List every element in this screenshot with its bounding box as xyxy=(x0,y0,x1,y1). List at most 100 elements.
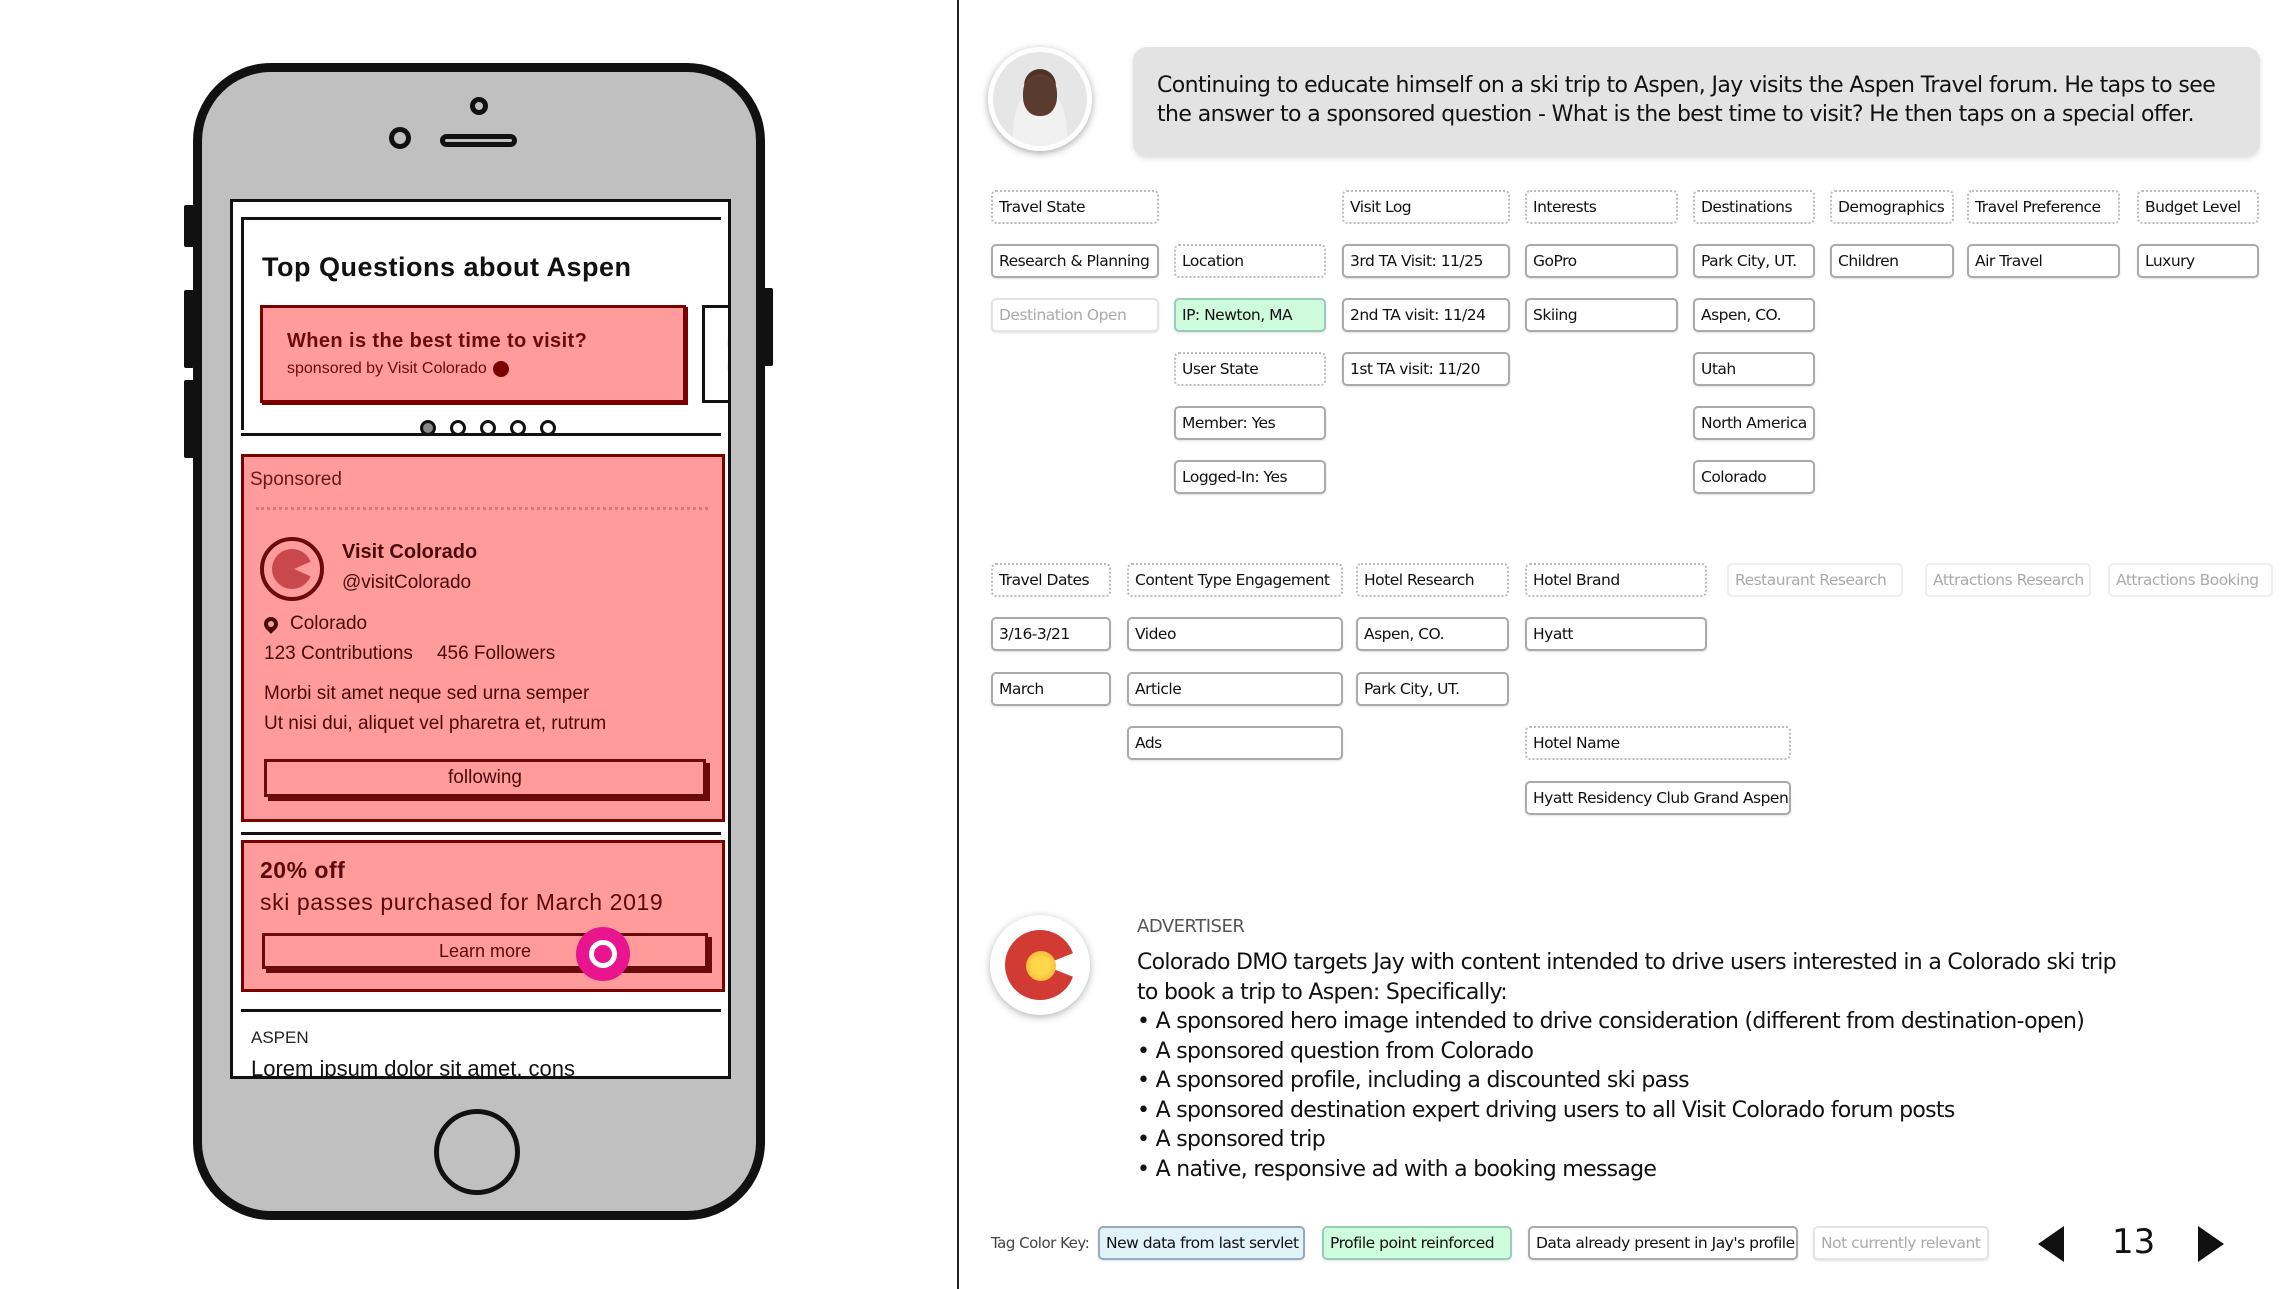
key-profile-reinforced: Profile point reinforced xyxy=(1322,1226,1512,1260)
screen-top-bar xyxy=(241,202,721,220)
article-category: ASPEN xyxy=(251,1028,309,1047)
advertiser-logo xyxy=(990,915,1090,1015)
special-offer-card: 20% off ski passes purchased for March 2… xyxy=(241,840,725,992)
scenario-narrative: Continuing to educate himself on a ski t… xyxy=(1133,47,2260,157)
following-button[interactable]: following xyxy=(264,759,706,797)
tag-value: Luxury xyxy=(2137,244,2259,278)
phone-speaker-icon xyxy=(440,134,517,147)
tag-value: Park City, UT. xyxy=(1693,244,1815,278)
tag-header-destinations: Destinations xyxy=(1693,190,1815,224)
persona-avatar xyxy=(988,47,1092,151)
offer-subtitle: ski passes purchased for March 2019 xyxy=(260,889,664,915)
article-title[interactable]: Lorem ipsum dolor sit amet, cons xyxy=(251,1056,575,1076)
tag-value: Article xyxy=(1127,672,1343,706)
top-questions-section: Top Questions about Aspen When is the be… xyxy=(241,220,728,436)
phone-home-button[interactable] xyxy=(434,1109,520,1195)
tag-header-user-state: User State xyxy=(1174,352,1326,386)
offer-title: 20% off xyxy=(260,857,346,883)
tag-header-travel-preference: Travel Preference xyxy=(1967,190,2120,224)
tag-value: Logged-In: Yes xyxy=(1174,460,1326,494)
question-text: When is the best time to visit? xyxy=(287,330,588,352)
tactic-item: A sponsored trip xyxy=(1137,1125,2137,1155)
sponsored-profile-card: Sponsored Visit Colorado @visitColorado … xyxy=(241,454,725,822)
next-page-button[interactable] xyxy=(2198,1226,2224,1262)
profile-handle: @visitColorado xyxy=(342,572,472,593)
profile-name[interactable]: Visit Colorado xyxy=(342,541,477,564)
tag-value: Ads xyxy=(1127,726,1343,760)
peek-letter: N xyxy=(727,358,728,374)
previous-page-button[interactable] xyxy=(2038,1226,2064,1262)
tactic-item: A sponsored destination expert driving u… xyxy=(1137,1096,2137,1126)
phone-screen: Top Questions about Aspen When is the be… xyxy=(230,199,731,1079)
tag-header-hotel-name: Hotel Name xyxy=(1525,726,1791,760)
description-line: Morbi sit amet neque sed urna semper xyxy=(264,683,590,704)
tag-header-content-type-engagement: Content Type Engagement xyxy=(1127,563,1343,597)
colorado-sun-icon xyxy=(1026,951,1056,981)
phone-sensor-icon xyxy=(389,127,411,149)
section-divider xyxy=(241,433,721,436)
tactic-item: A sponsored profile, including a discoun… xyxy=(1137,1066,2137,1096)
next-question-card-peek[interactable]: I N xyxy=(702,305,731,403)
sponsored-question-card[interactable]: When is the best time to visit? sponsore… xyxy=(260,305,686,403)
peek-letter: I xyxy=(727,334,731,350)
tag-value: Destination Open xyxy=(991,298,1159,332)
dotted-divider xyxy=(256,507,708,510)
profile-location: Colorado xyxy=(261,613,367,635)
tag-value: 1st TA visit: 11/20 xyxy=(1342,352,1510,386)
tag-header-attractions-booking: Attractions Booking xyxy=(2108,563,2273,597)
tag-value: Park City, UT. xyxy=(1356,672,1509,706)
tactic-item: A sponsored hero image intended to drive… xyxy=(1137,1007,2137,1037)
tag-header-visit-log: Visit Log xyxy=(1342,190,1510,224)
tag-value: Hyatt xyxy=(1525,617,1707,651)
contributions-count: 123 Contributions xyxy=(264,643,413,664)
tag-value: IP: Newton, MA xyxy=(1174,298,1326,332)
tag-value: Aspen, CO. xyxy=(1356,617,1509,651)
question-sponsor-label: sponsored by Visit Colorado xyxy=(287,360,487,377)
tag-header-travel-dates: Travel Dates xyxy=(991,563,1111,597)
tactic-item: A native, responsive ad with a booking m… xyxy=(1137,1155,2137,1185)
tag-header-hotel-research: Hotel Research xyxy=(1356,563,1509,597)
tag-value: North America xyxy=(1693,406,1815,440)
description-line: Ut nisi dui, aliquet vel pharetra et, ru… xyxy=(264,713,607,734)
vertical-divider xyxy=(957,0,959,1289)
tag-value: Hyatt Residency Club Grand Aspen xyxy=(1525,781,1791,815)
sponsored-label: Sponsored xyxy=(250,469,342,490)
key-not-relevant: Not currently relevant xyxy=(1813,1226,1989,1260)
tag-value: Skiing xyxy=(1525,298,1678,332)
visit-colorado-avatar[interactable] xyxy=(260,537,324,601)
tag-value: 3rd TA Visit: 11/25 xyxy=(1342,244,1510,278)
profile-stats: 123 Contributions 456 Followers xyxy=(264,643,555,665)
tag-header-restaurant-research: Restaurant Research xyxy=(1727,563,1903,597)
persona-photo-icon xyxy=(1023,74,1057,116)
phone-camera-icon xyxy=(470,97,488,115)
tactic-item: A sponsored question from Colorado xyxy=(1137,1037,2137,1067)
advertiser-label: ADVERTISER xyxy=(1137,916,1245,937)
colorado-logo-icon xyxy=(272,549,312,589)
tag-value: Colorado xyxy=(1693,460,1815,494)
tag-value: Video xyxy=(1127,617,1343,651)
page-number: 13 xyxy=(2112,1222,2156,1262)
tag-value: March xyxy=(991,672,1111,706)
tag-value: 3/16-3/21 xyxy=(991,617,1111,651)
tag-value: Children xyxy=(1830,244,1954,278)
question-sponsor: sponsored by Visit Colorado xyxy=(287,360,509,378)
tag-header-location: Location xyxy=(1174,244,1326,278)
tag-header-demographics: Demographics xyxy=(1830,190,1954,224)
tag-header-attractions-research: Attractions Research xyxy=(1925,563,2091,597)
followers-count: 456 Followers xyxy=(436,643,556,664)
key-already-present: Data already present in Jay's profile xyxy=(1528,1226,1798,1260)
tag-header-interests: Interests xyxy=(1525,190,1678,224)
tag-color-key-label: Tag Color Key: xyxy=(991,1234,1090,1252)
sponsor-badge-icon xyxy=(492,360,509,377)
location-pin-icon xyxy=(261,614,281,634)
advertiser-intro: Colorado DMO targets Jay with content in… xyxy=(1137,950,2117,1005)
tag-value: 2nd TA visit: 11/24 xyxy=(1342,298,1510,332)
tag-value: Research & Planning xyxy=(991,244,1159,278)
section-divider xyxy=(241,1009,721,1012)
top-questions-title: Top Questions about Aspen xyxy=(262,252,632,282)
section-divider xyxy=(241,832,721,835)
learn-more-button[interactable]: Learn more xyxy=(262,933,708,969)
tap-indicator-icon xyxy=(576,927,630,981)
tag-value: Air Travel xyxy=(1967,244,2120,278)
tag-value: GoPro xyxy=(1525,244,1678,278)
